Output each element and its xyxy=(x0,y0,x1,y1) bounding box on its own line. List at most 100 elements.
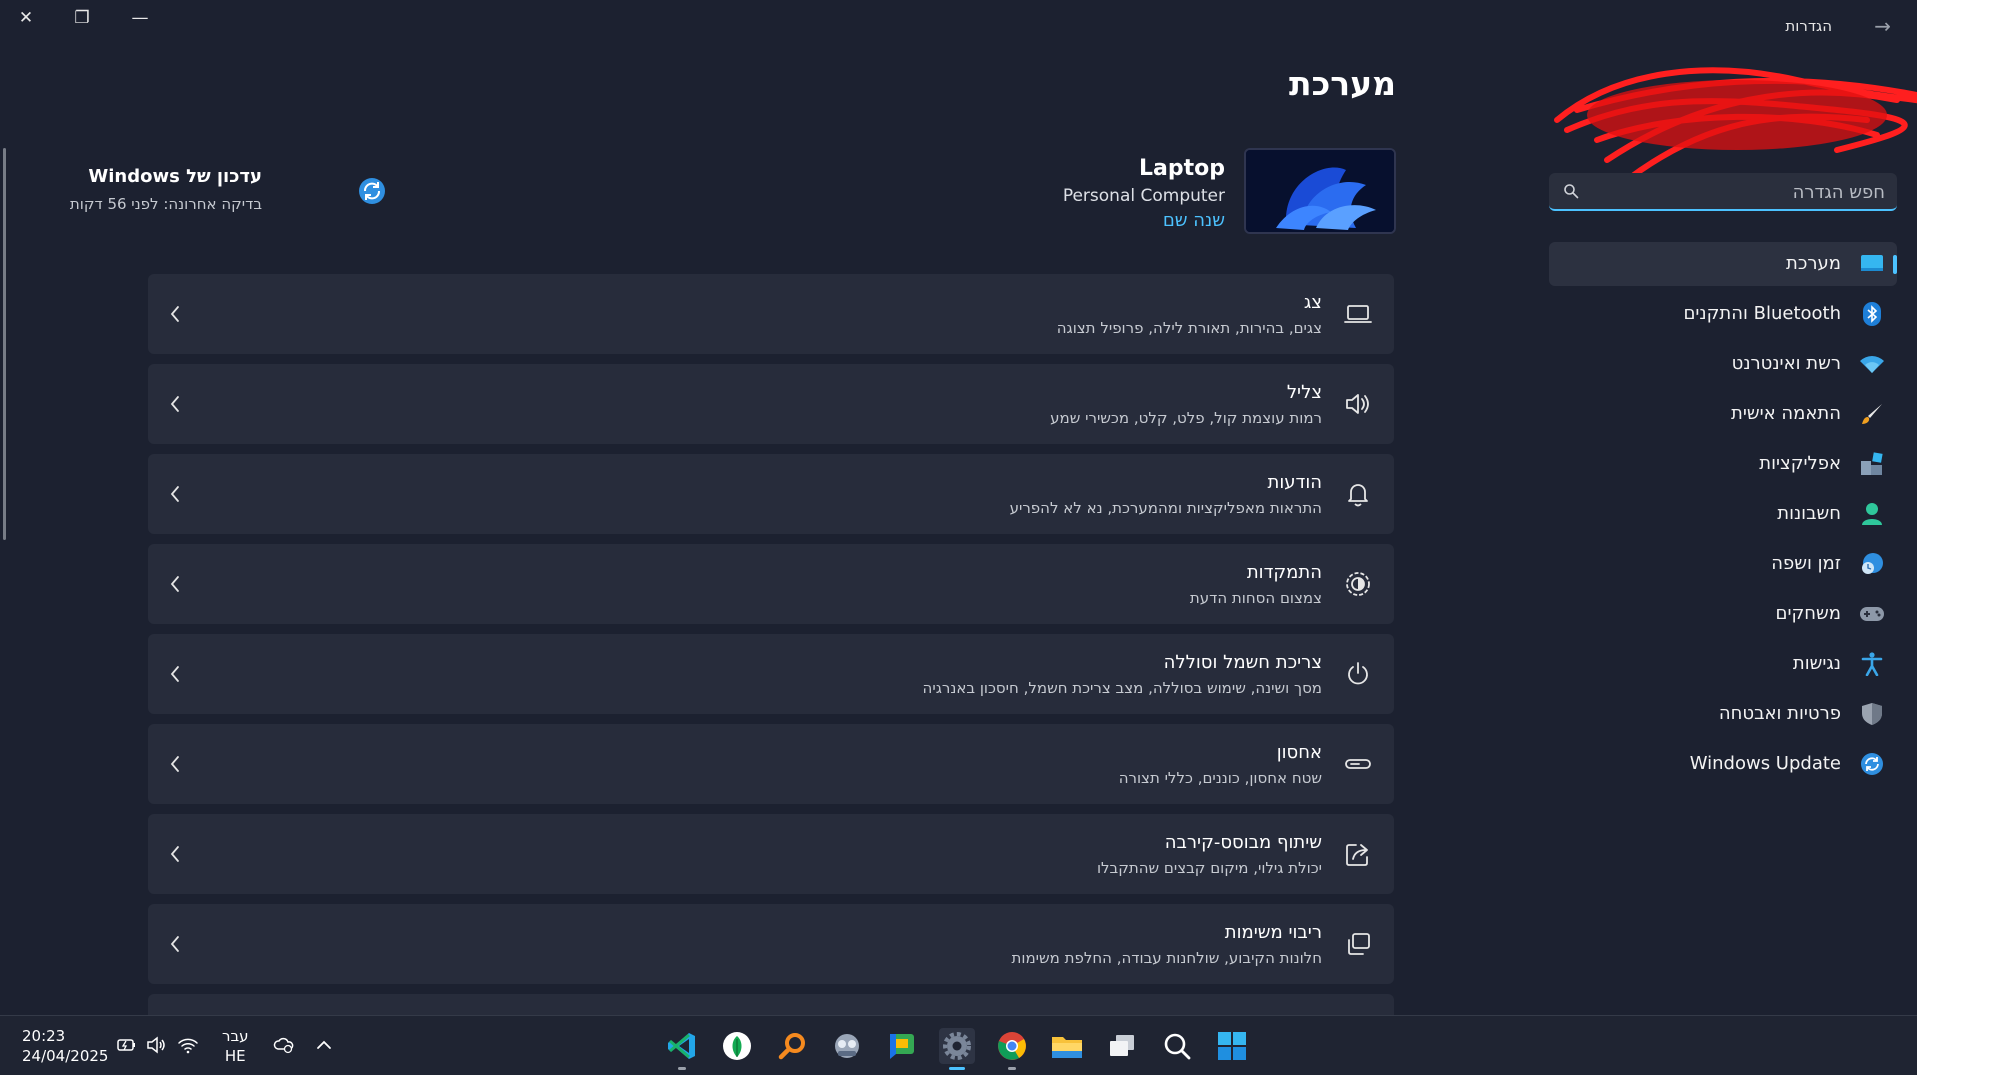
settings-card-display[interactable]: צג צגים, בהירות, תאורת לילה, פרופיל תצוג… xyxy=(148,274,1394,354)
chevron-left-icon xyxy=(170,936,179,952)
settings-card-sound[interactable]: צליל רמות עוצמת קול, פלט, קלט, מכשירי שמ… xyxy=(148,364,1394,444)
rename-link[interactable]: שנה שם xyxy=(1163,210,1225,231)
multitask-icon xyxy=(1348,933,1370,955)
search-icon xyxy=(1564,184,1579,199)
chat-app-icon[interactable] xyxy=(884,1028,920,1064)
sidebar-item-label: התאמה אישית xyxy=(1731,403,1841,424)
settings-card-title: אחסון xyxy=(1276,742,1322,763)
speaker-icon[interactable] xyxy=(146,1034,168,1056)
settings-card-storage[interactable]: אחסון שטח אחסון, כוננים, כללי תצורה xyxy=(148,724,1394,804)
sidebar-item-label: Windows Update xyxy=(1689,753,1841,774)
leaf-app-icon[interactable] xyxy=(719,1028,755,1064)
sidebar-item-label: חשבונות xyxy=(1777,503,1841,524)
share-icon xyxy=(1346,844,1368,866)
battery-icon[interactable] xyxy=(116,1034,138,1056)
settings-card-title: צג xyxy=(1303,292,1322,313)
active-indicator xyxy=(949,1067,965,1070)
settings-card-subtitle: יכולת גילוי, מיקום קבצים שהתקבלו xyxy=(1096,859,1322,877)
settings-card-focus[interactable]: התמקדות צמצום הסחות הדעת xyxy=(148,544,1394,624)
wifi-icon[interactable] xyxy=(177,1034,199,1056)
search-icon[interactable] xyxy=(1159,1028,1195,1064)
chevron-left-icon xyxy=(170,846,179,862)
sidebar-item-network[interactable]: רשת ואינטרנט xyxy=(1549,342,1897,386)
running-indicator xyxy=(678,1067,686,1070)
brush-icon xyxy=(1859,401,1885,427)
sidebar-item-privacy-security[interactable]: פרטיות ואבטחה xyxy=(1549,692,1897,736)
settings-card-title: צליל xyxy=(1286,382,1322,403)
network-app-icon[interactable] xyxy=(829,1028,865,1064)
sidebar-item-system[interactable]: מערכת xyxy=(1549,242,1897,286)
bell-icon xyxy=(1348,484,1368,507)
chevron-left-icon xyxy=(170,396,179,412)
close-button[interactable]: ✕ xyxy=(6,4,46,32)
file-explorer-icon[interactable] xyxy=(1049,1028,1085,1064)
settings-card-partial[interactable] xyxy=(148,994,1394,1015)
sidebar-item-windows-update[interactable]: Windows Update xyxy=(1549,742,1897,786)
sidebar-item-label: רשת ואינטרנט xyxy=(1731,353,1841,374)
page-title: מערכת xyxy=(1289,64,1396,103)
vscode-icon[interactable] xyxy=(664,1028,700,1070)
sidebar-item-label: פרטיות ואבטחה xyxy=(1718,703,1841,724)
settings-card-notifications[interactable]: הודעות התראות מאפליקציות ומהמערכת, נא לא… xyxy=(148,454,1394,534)
magnifier-app-icon[interactable] xyxy=(774,1028,810,1064)
person-icon xyxy=(1859,501,1885,527)
sidebar-item-accessibility[interactable]: נגישות xyxy=(1549,642,1897,686)
sidebar-item-label: Bluetooth והתקנים xyxy=(1683,303,1841,324)
sidebar-item-label: מערכת xyxy=(1785,253,1841,274)
settings-card-nearby-sharing[interactable]: שיתוף מבוסס-קירבה יכולת גילוי, מיקום קבצ… xyxy=(148,814,1394,894)
settings-card-subtitle: מסך ושינה, שימוש בסוללה, מצב צריכת חשמל,… xyxy=(922,679,1322,697)
taskbar-time: 20:23 xyxy=(22,1027,66,1045)
apps-icon xyxy=(1859,451,1885,477)
settings-window: ✕ ❐ — הגדרות → מערכת Bluetooth והתקנים xyxy=(0,0,1917,1015)
scrollbar-thumb[interactable] xyxy=(3,148,6,540)
settings-card-multitasking[interactable]: ריבוי משימות חלונות הקיבוע, שולחנות עבוד… xyxy=(148,904,1394,984)
sidebar-item-accounts[interactable]: חשבונות xyxy=(1549,492,1897,536)
search-box[interactable] xyxy=(1549,173,1897,211)
display-icon xyxy=(1344,305,1372,323)
windows-update-last-checked: בדיקה אחרונה: לפני 56 דקות xyxy=(69,195,262,213)
search-input[interactable] xyxy=(1589,173,1887,211)
settings-card-subtitle: צמצום הסחות הדעת xyxy=(1189,589,1322,607)
input-language[interactable]: עבר HE xyxy=(222,1026,249,1066)
settings-list: צג צגים, בהירות, תאורת לילה, פרופיל תצוג… xyxy=(148,274,1394,1015)
sidebar-item-label: אפליקציות xyxy=(1759,453,1841,474)
settings-card-subtitle: צגים, בהירות, תאורת לילה, פרופיל תצוגה xyxy=(1056,319,1322,337)
taskbar-clock[interactable]: 20:23 24/04/2025 xyxy=(22,1026,108,1066)
running-indicator xyxy=(1008,1067,1016,1070)
wifi-icon xyxy=(1859,351,1885,377)
sidebar-item-time-language[interactable]: זמן ושפה xyxy=(1549,542,1897,586)
input-language-line1: עבר xyxy=(222,1027,249,1045)
windows-update-title[interactable]: עדכון של Windows xyxy=(88,166,262,187)
caret-up-icon[interactable] xyxy=(313,1034,335,1056)
speaker-icon xyxy=(1346,394,1369,414)
input-language-line2: HE xyxy=(224,1047,246,1065)
start-icon[interactable] xyxy=(1214,1028,1250,1064)
storage-icon xyxy=(1345,759,1371,769)
windows-update-status-icon[interactable] xyxy=(358,177,386,205)
settings-card-power-battery[interactable]: צריכת חשמל וסוללה מסך ושינה, שימוש בסולל… xyxy=(148,634,1394,714)
sidebar-item-label: משחקים xyxy=(1775,603,1841,624)
shield-icon xyxy=(1859,701,1885,727)
back-arrow-icon[interactable]: → xyxy=(1874,14,1891,38)
sidebar-item-gaming[interactable]: משחקים xyxy=(1549,592,1897,636)
minimize-button[interactable]: — xyxy=(120,4,160,32)
app-title: הגדרות xyxy=(1785,17,1832,35)
restore-button[interactable]: ❐ xyxy=(62,4,102,32)
chrome-icon[interactable] xyxy=(994,1028,1030,1070)
settings-card-subtitle: שטח אחסון, כוננים, כללי תצורה xyxy=(1118,769,1322,787)
globe-clock-icon xyxy=(1859,551,1885,577)
task-view-icon[interactable] xyxy=(1104,1028,1140,1064)
sidebar-item-label: נגישות xyxy=(1792,653,1841,674)
settings-icon[interactable] xyxy=(939,1028,975,1070)
settings-card-title: ריבוי משימות xyxy=(1224,922,1322,943)
sidebar-item-personalization[interactable]: התאמה אישית xyxy=(1549,392,1897,436)
cloud-icon[interactable] xyxy=(273,1034,295,1056)
settings-card-title: הודעות xyxy=(1267,472,1323,493)
power-icon xyxy=(1348,662,1368,685)
sidebar-item-apps[interactable]: אפליקציות xyxy=(1549,442,1897,486)
sidebar-item-bluetooth[interactable]: Bluetooth והתקנים xyxy=(1549,292,1897,336)
chevron-left-icon xyxy=(170,486,179,502)
accessibility-icon xyxy=(1859,651,1885,677)
settings-card-subtitle: רמות עוצמת קול, פלט, קלט, מכשירי שמע xyxy=(1050,409,1322,427)
redaction-scribble xyxy=(1554,67,1917,183)
